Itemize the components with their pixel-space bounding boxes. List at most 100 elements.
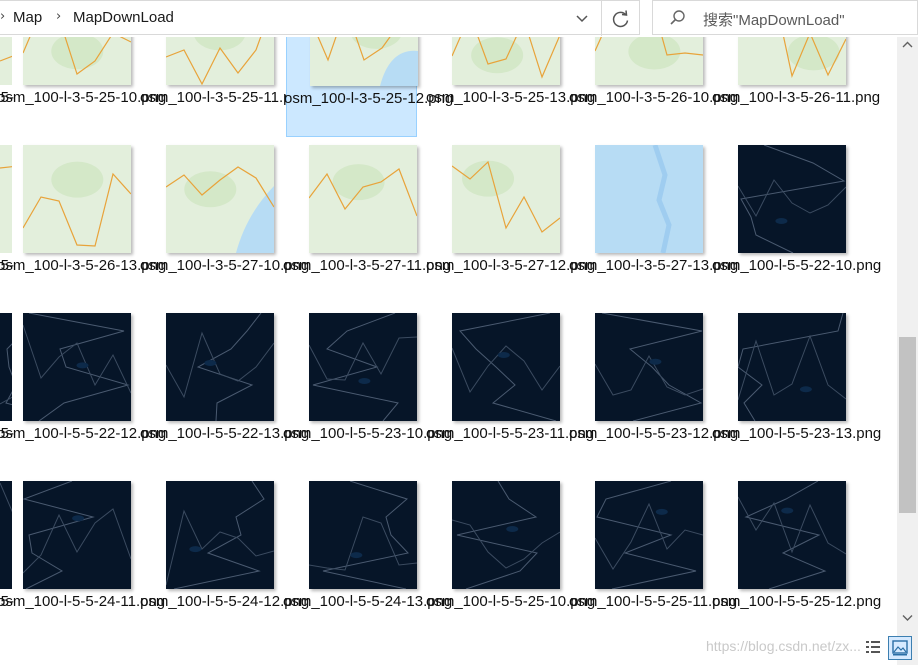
vertical-scrollbar[interactable] (897, 37, 918, 665)
file-name-partial[interactable]: 5- (0, 424, 14, 444)
file-item[interactable]: osm_100-l-5-5-25-10.png (426, 481, 595, 641)
file-thumbnail[interactable] (23, 481, 131, 589)
large-icons-view-icon[interactable] (888, 636, 912, 660)
file-grid: osm_100-l-3-5-25-10.png osm_100-l-3-5-25-… (0, 37, 897, 665)
file-name[interactable]: osm_100-l-5-5-22-12.png (0, 424, 166, 444)
address-bar[interactable]: › Map › MapDownLoad (0, 0, 640, 36)
file-thumbnail[interactable] (166, 481, 274, 589)
file-thumbnail[interactable] (738, 145, 846, 253)
file-item[interactable]: osm_100-l-5-5-23-10.png (283, 313, 452, 473)
file-item[interactable]: osm_100-l-5-5-22-12.png (0, 313, 166, 473)
file-name[interactable]: osm_100-l-3-5-25-10.png (0, 88, 166, 108)
file-item[interactable]: osm_100-l-3-5-27-13.png (569, 145, 738, 305)
search-icon[interactable] (669, 9, 687, 27)
file-item[interactable]: osm_100-l-5-5-23-11.png (426, 313, 594, 473)
file-name[interactable]: osm_100-l-5-5-23-13.png (712, 424, 881, 444)
file-name[interactable]: osm_100-l-3-5-26-11.png (712, 88, 880, 108)
file-name[interactable]: osm_100-l-3-5-25-12.png (284, 89, 453, 109)
details-view-icon[interactable] (862, 636, 886, 660)
file-name-partial[interactable]: 5- (0, 592, 14, 612)
file-thumbnail[interactable] (166, 313, 274, 421)
file-name[interactable]: osm_100-l-5-5-22-10.png (712, 256, 881, 276)
address-divider (601, 1, 602, 36)
file-item[interactable]: osm_100-l-5-5-25-12.png (712, 481, 881, 641)
file-thumbnail[interactable] (595, 37, 703, 85)
file-item[interactable]: osm_100-l-5-5-23-13.png (712, 313, 881, 473)
file-thumbnail[interactable] (23, 37, 131, 85)
file-name[interactable]: osm_100-l-5-5-25-10.png (426, 592, 595, 612)
file-name-partial[interactable]: 5- (0, 88, 14, 108)
file-item[interactable]: osm_100-l-3-5-27-10.png (140, 145, 309, 305)
file-thumbnail[interactable] (309, 145, 417, 253)
breadcrumb-separator-icon[interactable]: › (0, 9, 5, 24)
file-thumbnail-partial[interactable] (0, 313, 12, 421)
search-placeholder[interactable]: 搜索"MapDownLoad" (703, 9, 845, 30)
file-name[interactable]: osm_100-l-3-5-27-12.png (426, 256, 595, 276)
file-item[interactable]: osm_100-l-3-5-26-11.png (712, 37, 880, 137)
file-item[interactable]: osm_100-l-5-5-22-13.png (140, 313, 309, 473)
file-item[interactable]: osm_100-l-3-5-25-10.png (0, 37, 166, 137)
file-thumbnail[interactable] (595, 481, 703, 589)
file-name[interactable]: osm_100-l-5-5-24-13.png (283, 592, 452, 612)
breadcrumb-mapdownload[interactable]: MapDownLoad (73, 9, 174, 26)
refresh-icon[interactable] (608, 7, 634, 31)
file-name[interactable]: osm_100-l-3-5-25-11.png (140, 88, 308, 108)
file-name[interactable]: osm_100-l-3-5-27-13.png (569, 256, 738, 276)
file-thumbnail-partial[interactable] (0, 37, 12, 85)
file-name[interactable]: osm_100-l-5-5-22-13.png (140, 424, 309, 444)
chevron-down-icon[interactable] (572, 10, 592, 28)
file-name[interactable]: osm_100-l-3-5-27-10.png (140, 256, 309, 276)
search-box[interactable]: 搜索"MapDownLoad" (652, 0, 918, 35)
file-thumbnail[interactable] (738, 37, 846, 85)
file-item[interactable]: osm_100-l-5-5-23-12.png (569, 313, 738, 473)
file-thumbnail[interactable] (23, 313, 131, 421)
file-item[interactable]: osm_100-l-3-5-26-13.png (0, 145, 166, 305)
file-item[interactable]: osm_100-l-5-5-25-11.png (569, 481, 737, 641)
file-thumbnail[interactable] (166, 37, 274, 85)
file-name[interactable]: osm_100-l-5-5-23-10.png (283, 424, 452, 444)
file-thumbnail[interactable] (452, 313, 560, 421)
file-name[interactable]: osm_100-l-3-5-26-13.png (0, 256, 166, 276)
file-thumbnail[interactable] (166, 145, 274, 253)
file-thumbnail[interactable] (309, 481, 417, 589)
file-item[interactable]: osm_100-l-5-5-24-12.png (140, 481, 309, 641)
scroll-up-arrow-icon[interactable] (897, 37, 918, 53)
file-item[interactable]: osm_100-l-3-5-25-13.png (426, 37, 595, 137)
file-thumbnail[interactable] (23, 145, 131, 253)
file-name[interactable]: osm_100-l-5-5-25-12.png (712, 592, 881, 612)
file-name[interactable]: osm_100-l-5-5-23-12.png (569, 424, 738, 444)
file-item[interactable]: osm_100-l-3-5-27-12.png (426, 145, 595, 305)
file-name[interactable]: osm_100-l-3-5-25-13.png (426, 88, 595, 108)
file-item[interactable]: osm_100-l-5-5-24-11.png (0, 481, 165, 641)
file-name[interactable]: osm_100-l-5-5-24-12.png (140, 592, 309, 612)
file-thumbnail[interactable] (309, 313, 417, 421)
watermark-text: https://blog.csdn.net/zx... (706, 638, 861, 654)
file-name[interactable]: osm_100-l-5-5-23-11.png (426, 424, 594, 444)
file-item[interactable]: osm_100-l-5-5-22-10.png (712, 145, 881, 305)
scrollbar-thumb[interactable] (899, 337, 916, 513)
file-thumbnail[interactable] (452, 37, 560, 85)
breadcrumb-map[interactable]: Map (13, 9, 42, 26)
file-item[interactable]: osm_100-l-3-5-25-11.png (140, 37, 308, 137)
scroll-down-arrow-icon[interactable] (897, 610, 918, 626)
navigation-bar: › Map › MapDownLoad 搜索"MapDownLoad" (0, 0, 918, 37)
breadcrumb-separator-icon[interactable]: › (56, 9, 61, 24)
file-item[interactable]: osm_100-l-3-5-26-10.png (569, 37, 738, 137)
file-thumbnail[interactable] (595, 313, 703, 421)
file-item[interactable]: osm_100-l-5-5-24-13.png (283, 481, 452, 641)
file-item[interactable]: osm_100-l-3-5-27-11.png (283, 145, 451, 305)
file-thumbnail-partial[interactable] (0, 145, 12, 253)
file-name[interactable]: osm_100-l-3-5-27-11.png (283, 256, 451, 276)
file-thumbnail[interactable] (738, 313, 846, 421)
file-name[interactable]: osm_100-l-5-5-25-11.png (569, 592, 737, 612)
file-thumbnail[interactable] (452, 481, 560, 589)
file-thumbnail[interactable] (310, 37, 418, 86)
file-thumbnail[interactable] (452, 145, 560, 253)
file-item[interactable]: osm_100-l-3-5-25-12.png (284, 37, 453, 137)
file-thumbnail-partial[interactable] (0, 481, 12, 589)
file-thumbnail[interactable] (738, 481, 846, 589)
file-name-partial[interactable]: 5- (0, 256, 14, 276)
file-name[interactable]: osm_100-l-3-5-26-10.png (569, 88, 738, 108)
file-name[interactable]: osm_100-l-5-5-24-11.png (0, 592, 165, 612)
file-thumbnail[interactable] (595, 145, 703, 253)
